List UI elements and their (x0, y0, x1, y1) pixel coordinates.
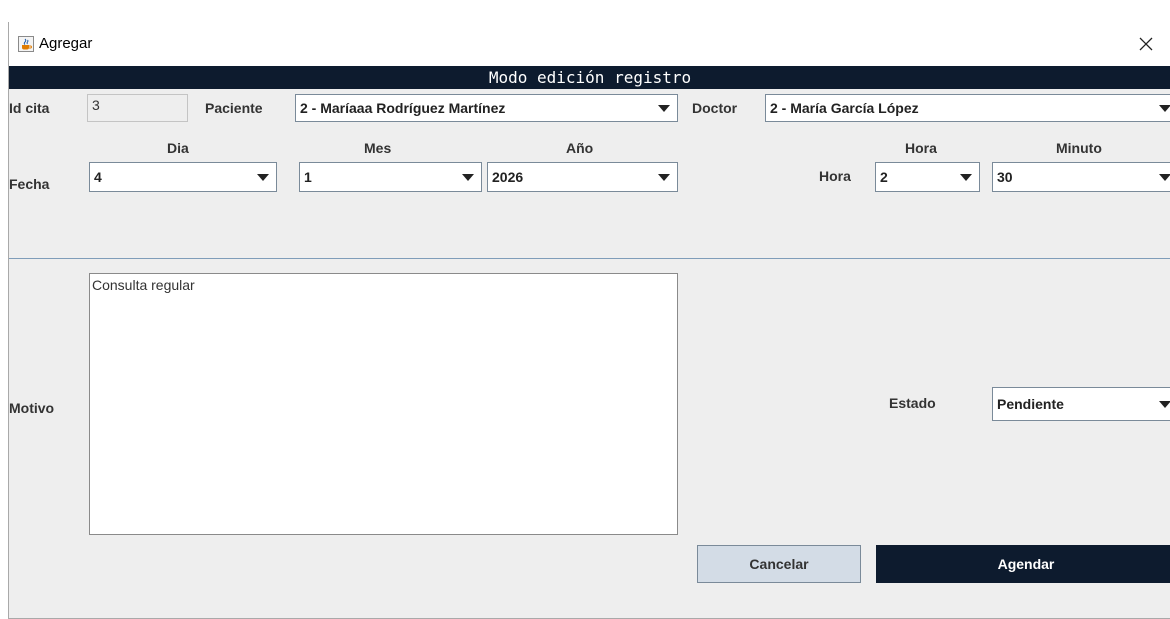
minuto-label: Minuto (1056, 140, 1102, 156)
id-cita-label: Id cita (9, 100, 50, 116)
hora-label: Hora (819, 168, 851, 184)
motivo-textarea[interactable]: Consulta regular (89, 273, 678, 535)
cancel-button[interactable]: Cancelar (697, 545, 861, 583)
mes-value: 1 (304, 169, 312, 185)
chevron-down-icon (651, 163, 677, 191)
paciente-label: Paciente (205, 100, 263, 116)
doctor-value: 2 - María García López (770, 100, 919, 116)
chevron-down-icon (1152, 95, 1170, 121)
estado-select[interactable]: Pendiente (992, 387, 1170, 421)
section-divider (9, 258, 1170, 259)
mes-select[interactable]: 1 (299, 162, 482, 192)
close-button[interactable] (1121, 26, 1170, 62)
doctor-select[interactable]: 2 - María García López (765, 94, 1170, 122)
dia-select[interactable]: 4 (89, 162, 277, 192)
chevron-down-icon (953, 163, 979, 191)
mode-banner: Modo edición registro (9, 66, 1170, 89)
close-icon (1139, 37, 1153, 51)
chevron-down-icon (250, 163, 276, 191)
chevron-down-icon (455, 163, 481, 191)
motivo-label: Motivo (9, 400, 55, 416)
hora-sub-label: Hora (905, 140, 937, 156)
dia-label: Dia (167, 140, 189, 156)
minuto-select[interactable]: 30 (992, 162, 1170, 192)
chevron-down-icon (651, 95, 677, 121)
anio-label: Año (566, 140, 594, 156)
chevron-down-icon (1152, 163, 1170, 191)
minuto-value: 30 (997, 169, 1013, 185)
anio-select[interactable]: 2026 (487, 162, 678, 192)
dialog-window: Agregar Modo edición registro Id cita 3 … (8, 22, 1170, 619)
title-bar: Agregar (9, 22, 1170, 66)
estado-value: Pendiente (997, 396, 1064, 412)
chevron-down-icon (1152, 388, 1170, 420)
doctor-label: Doctor (692, 100, 738, 116)
paciente-select[interactable]: 2 - Maríaaa Rodríguez Martínez (295, 94, 678, 122)
anio-value: 2026 (492, 169, 524, 185)
hora-value: 2 (880, 169, 888, 185)
paciente-value: 2 - Maríaaa Rodríguez Martínez (300, 100, 506, 116)
hora-select[interactable]: 2 (875, 162, 980, 192)
dia-value: 4 (94, 169, 102, 185)
java-cup-icon (18, 36, 34, 52)
fecha-label: Fecha (9, 176, 50, 192)
window-title: Agregar (39, 35, 93, 52)
id-cita-field[interactable]: 3 (87, 94, 188, 122)
agendar-button[interactable]: Agendar (876, 545, 1170, 583)
mes-label: Mes (364, 140, 392, 156)
estado-label: Estado (889, 395, 936, 411)
